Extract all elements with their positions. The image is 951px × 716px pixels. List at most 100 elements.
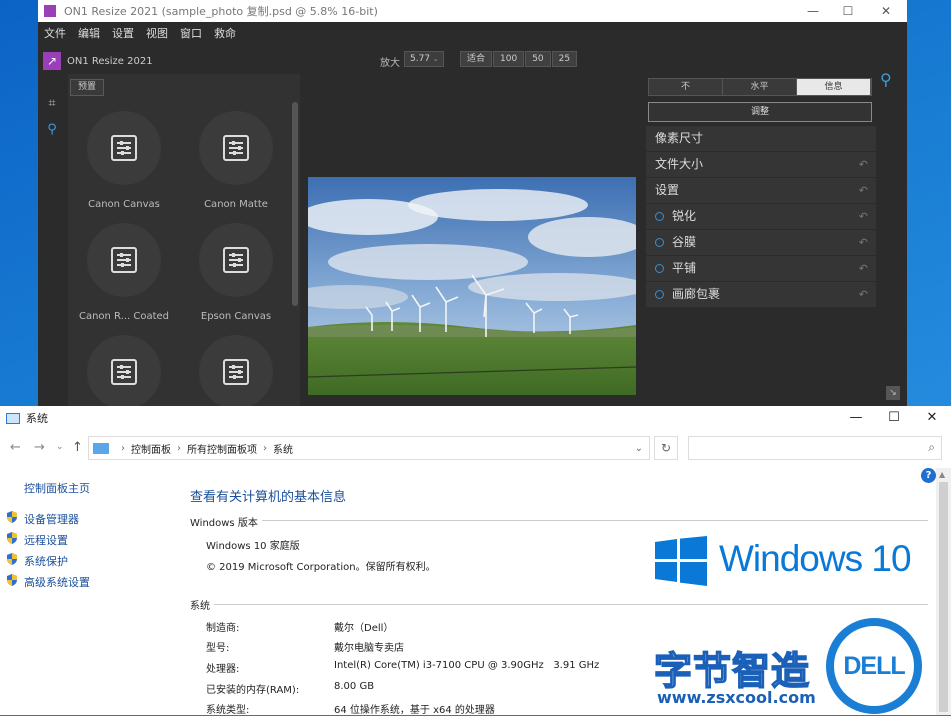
settings-panel: 不 水平 信息 调整 像素尺寸 文件大小 ↶ 设置 ↶ 锐化 ↶ 谷膜 ↶ 平铺 ↶ 画廊… — [646, 76, 878, 310]
row-label: 平铺 — [672, 261, 697, 275]
forward-arrow-icon[interactable]: → — [34, 440, 45, 455]
sidebar-link-advanced-settings[interactable]: 高级系统设置 — [24, 574, 90, 590]
spec-label: 已安装的内存(RAM): — [206, 685, 300, 696]
row-file-size[interactable]: 文件大小 ↶ — [646, 152, 876, 177]
row-gallery-wrap[interactable]: 画廊包裹 ↶ — [646, 282, 876, 307]
zoom-fit-button[interactable]: 适合 — [460, 51, 493, 67]
row-label: 像素尺寸 — [655, 131, 704, 145]
segment-horizontal[interactable]: 水平 — [723, 79, 797, 95]
sidebar-home-link[interactable]: 控制面板主页 — [24, 480, 90, 496]
breadcrumb-all-items[interactable]: 所有控制面板项 — [187, 441, 257, 456]
preset-sliders-icon — [87, 111, 161, 185]
row-tiling[interactable]: 平铺 ↶ — [646, 256, 876, 281]
address-bar-row: ← → ⌄ ↑ › 控制面板 › 所有控制面板项 › 系统 ⌄ ↻ ⌕ — [0, 436, 951, 462]
zoom-50-button[interactable]: 50 — [525, 51, 551, 67]
up-arrow-icon[interactable]: ↑ — [72, 440, 83, 455]
menu-edit[interactable]: 编辑 — [78, 25, 100, 41]
search-icon: ⌕ — [928, 440, 935, 454]
preset-item[interactable] — [74, 335, 174, 406]
segment-info[interactable]: 信息 — [797, 79, 871, 95]
preset-canon-canvas[interactable]: Canon Canvas — [74, 111, 174, 210]
menu-file[interactable]: 文件 — [44, 25, 66, 41]
zoom-select[interactable]: 5.77 ⌄ — [404, 51, 444, 67]
control-panel-icon — [93, 442, 109, 454]
zoom-100-button[interactable]: 100 — [493, 51, 525, 67]
chevron-right-icon: › — [121, 442, 125, 454]
refresh-icon[interactable]: ↻ — [654, 436, 678, 460]
spec-value: 8.00 GB — [334, 681, 375, 692]
system-scrollbar[interactable]: ▲ — [936, 468, 951, 715]
preview-photo[interactable] — [308, 177, 636, 395]
preset-sliders-icon — [199, 335, 273, 406]
enable-toggle[interactable] — [655, 238, 664, 247]
crop-tool-icon[interactable]: ⌗ — [44, 96, 60, 112]
on1-minimize-button[interactable]: — — [796, 0, 830, 22]
menu-help[interactable]: 救命 — [214, 25, 236, 41]
zoom-preview-icon[interactable]: ⚲ — [880, 70, 902, 92]
breadcrumb-system[interactable]: 系统 — [273, 441, 293, 456]
undo-icon[interactable]: ↶ — [859, 204, 868, 229]
scroll-thumb[interactable] — [939, 482, 948, 712]
row-film-grain[interactable]: 谷膜 ↶ — [646, 230, 876, 255]
on1-title-bar[interactable]: ON1 Resize 2021 (sample_photo 复制.psd @ 5… — [38, 0, 907, 22]
sys-minimize-button[interactable]: — — [836, 406, 876, 430]
presets-scrollbar[interactable] — [292, 102, 298, 306]
enable-toggle[interactable] — [655, 264, 664, 273]
preset-canon-matte[interactable]: Canon Matte — [186, 111, 286, 210]
undo-icon[interactable]: ↶ — [859, 256, 868, 281]
zoom-tool-icon[interactable]: ⚲ — [44, 122, 60, 138]
preset-label: Canon R... Coated — [78, 311, 170, 322]
back-arrow-icon[interactable]: ← — [10, 440, 21, 455]
presets-button[interactable]: 预置 — [70, 79, 104, 96]
menu-view[interactable]: 视图 — [146, 25, 168, 41]
spec-label: 系统类型: — [206, 705, 250, 716]
sidebar-link-remote-settings[interactable]: 远程设置 — [24, 532, 68, 548]
preset-label: Epson Canvas — [200, 311, 272, 322]
zoom-value: 5.77 — [410, 54, 431, 64]
chevron-right-icon: › — [263, 442, 267, 454]
sys-maximize-button[interactable]: ☐ — [874, 406, 914, 430]
row-sharpen[interactable]: 锐化 ↶ — [646, 204, 876, 229]
adjust-button[interactable]: 调整 — [648, 102, 872, 122]
sidebar-link-system-protection[interactable]: 系统保护 — [24, 553, 68, 569]
undo-icon[interactable]: ↶ — [859, 152, 868, 177]
breadcrumb[interactable]: › 控制面板 › 所有控制面板项 › 系统 ⌄ — [88, 436, 650, 460]
scroll-up-icon[interactable]: ▲ — [939, 470, 945, 479]
dell-logo: DELL — [826, 618, 922, 714]
preset-epson-canvas[interactable]: Epson Canvas — [186, 223, 286, 322]
segment-none[interactable]: 不 — [649, 79, 723, 95]
expand-icon[interactable]: ↘ — [886, 386, 900, 400]
row-pixel-dimensions[interactable]: 像素尺寸 — [646, 126, 876, 151]
on1-maximize-button[interactable]: ☐ — [831, 0, 865, 22]
system-title-bar[interactable]: 系统 — ☐ ✕ — [0, 406, 951, 430]
menu-settings[interactable]: 设置 — [112, 25, 134, 41]
spec-label: 型号: — [206, 643, 230, 654]
preset-sliders-icon — [199, 111, 273, 185]
undo-icon[interactable]: ↶ — [859, 178, 868, 203]
help-icon[interactable]: ? — [921, 468, 936, 483]
chevron-down-icon: ⌄ — [432, 55, 439, 63]
preset-sliders-icon — [199, 223, 273, 297]
zoom-25-button[interactable]: 25 — [551, 51, 578, 67]
row-label: 设置 — [655, 183, 680, 197]
on1-close-button[interactable]: ✕ — [869, 0, 903, 22]
undo-icon[interactable]: ↶ — [859, 230, 868, 255]
enable-toggle[interactable] — [655, 290, 664, 299]
undo-icon[interactable]: ↶ — [859, 282, 868, 307]
preset-canon-r-coated[interactable]: Canon R... Coated — [74, 223, 174, 322]
enable-toggle[interactable] — [655, 212, 664, 221]
windows-logo-text: Windows 10 — [719, 538, 912, 579]
row-settings[interactable]: 设置 ↶ — [646, 178, 876, 203]
chevron-down-icon[interactable]: ⌄ — [635, 443, 643, 454]
sidebar-link-device-manager[interactable]: 设备管理器 — [24, 511, 79, 527]
section-system: 系统 — [190, 601, 210, 612]
spec-label: 处理器: — [206, 664, 240, 675]
search-input[interactable]: ⌕ — [688, 436, 942, 460]
breadcrumb-control-panel[interactable]: 控制面板 — [131, 441, 171, 456]
row-label: 锐化 — [672, 209, 697, 223]
recent-chevron-icon[interactable]: ⌄ — [56, 442, 64, 452]
menu-window[interactable]: 窗口 — [180, 25, 202, 41]
presets-panel: 预置 Canon Canvas Canon Matte Canon R... C… — [68, 74, 300, 406]
preset-item[interactable] — [186, 335, 286, 406]
sys-close-button[interactable]: ✕ — [912, 406, 951, 430]
